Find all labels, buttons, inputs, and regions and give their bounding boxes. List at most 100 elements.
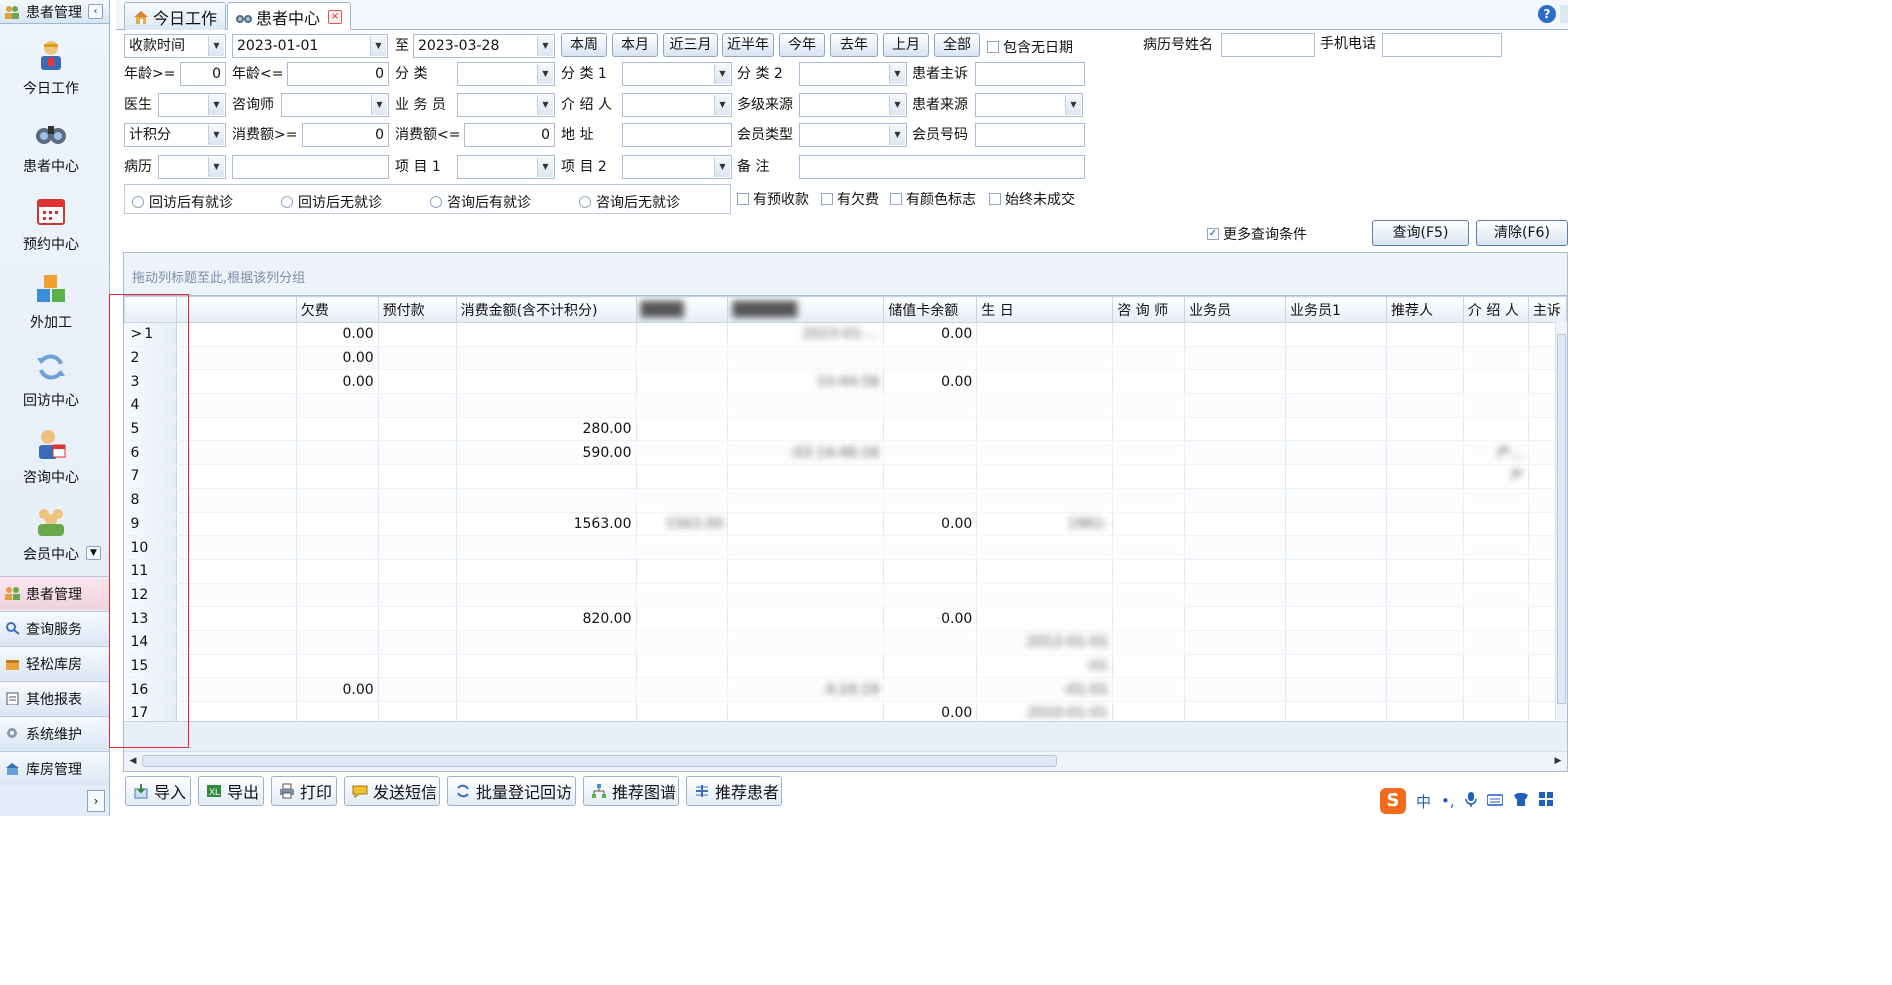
table-cell[interactable] [1184,440,1287,466]
table-cell[interactable]: 820.00 [456,606,637,631]
table-cell[interactable] [1386,583,1464,608]
table-cell[interactable] [1386,464,1464,489]
table-cell[interactable] [636,346,729,371]
table-cell[interactable] [727,654,885,679]
table-cell[interactable] [1184,417,1287,442]
table-cell[interactable] [456,488,637,513]
section-other-reports[interactable]: 其他报表 [0,681,109,715]
table-cell[interactable] [1112,559,1186,584]
sidebar-item-revisit-center[interactable]: 回访中心 [0,344,102,416]
table-row[interactable]: 8 [124,488,1567,513]
table-cell[interactable] [456,322,637,347]
table-cell[interactable] [883,488,978,513]
table-cell[interactable] [176,346,297,371]
table-cell[interactable]: 0.00 [296,346,379,371]
table-cell[interactable] [176,630,297,655]
table-cell[interactable] [296,440,379,466]
table-cell[interactable] [1285,583,1387,608]
table-cell[interactable] [378,654,457,679]
table-cell[interactable] [1386,440,1464,466]
date-from-picker[interactable]: 2023-01-01 ▼ [232,34,388,58]
table-cell[interactable] [456,559,637,584]
table-cell[interactable] [883,583,978,608]
table-cell[interactable] [1184,583,1287,608]
col-header-birthday[interactable]: 生 日 [976,296,1114,323]
table-cell[interactable] [1386,677,1464,702]
table-row[interactable]: 9 1563.00 1563.00 0.00 1961- [124,512,1567,537]
age-gte-input[interactable]: 0 [180,62,226,86]
table-cell[interactable]: 2012-01-01 [976,630,1114,655]
table-cell[interactable] [1463,393,1529,418]
tab-patient-center[interactable]: 患者中心 × [227,2,352,30]
table-cell[interactable]: -01 [976,654,1114,679]
table-cell[interactable] [176,393,297,418]
table-cell[interactable] [636,322,729,347]
table-cell[interactable] [296,417,379,442]
table-cell[interactable] [1112,488,1186,513]
flag-never-closed-checkbox[interactable]: 始终未成交 [989,189,1075,209]
col-header-complaint[interactable]: 主诉 [1527,296,1567,323]
table-cell[interactable]: 1961- [976,512,1114,537]
table-cell[interactable] [176,322,297,347]
table-cell[interactable] [1386,559,1464,584]
table-cell[interactable] [1386,630,1464,655]
sidebar-expand-button[interactable]: › [87,790,105,812]
spend-lte-input[interactable]: 0 [464,123,555,147]
table-cell[interactable] [456,654,637,679]
table-cell[interactable] [296,654,379,679]
patient-source-select[interactable]: ▼ [975,93,1083,117]
table-cell[interactable]: 1563.00 [636,512,729,537]
table-cell[interactable] [976,369,1114,395]
table-cell[interactable] [296,606,379,631]
col-header-referrer[interactable]: 介 绍 人 [1462,296,1529,323]
col-header-consultant[interactable]: 咨 询 师 [1112,296,1186,323]
table-row[interactable]: 7产 [124,464,1567,489]
col-header-prepay[interactable]: 预付款 [377,296,457,323]
table-cell[interactable] [636,440,729,466]
table-cell[interactable]: 0.00 [883,606,978,631]
microphone-icon[interactable] [1464,791,1477,811]
table-cell[interactable] [456,346,637,371]
table-row[interactable]: 11 [124,559,1567,584]
table-cell[interactable] [1285,654,1387,679]
table-cell[interactable] [1112,322,1186,347]
table-cell[interactable] [883,346,978,371]
remark-input[interactable] [799,155,1085,179]
batch-revisit-button[interactable]: 批量登记回访 [447,776,576,806]
table-cell[interactable] [296,488,379,513]
table-cell[interactable] [176,464,297,489]
section-easy-warehouse[interactable]: 轻松库房 [0,646,109,680]
table-cell[interactable] [176,559,297,584]
table-cell[interactable] [378,583,457,608]
multi-source-select[interactable]: ▼ [799,93,907,117]
table-cell[interactable] [1285,701,1387,721]
table-cell[interactable] [378,630,457,655]
table-cell[interactable] [1386,393,1464,418]
table-cell[interactable] [1463,369,1529,395]
table-cell[interactable] [1285,393,1387,418]
table-cell[interactable] [1386,488,1464,513]
table-cell[interactable] [636,630,729,655]
age-lte-input[interactable]: 0 [287,62,389,86]
more-conditions-checkbox[interactable]: ✓ 更多查询条件 [1207,224,1307,244]
col-header-recommender[interactable]: 推荐人 [1385,296,1464,323]
table-cell[interactable] [378,701,457,721]
table-cell[interactable] [378,464,457,489]
table-cell[interactable] [1463,606,1529,631]
table-cell[interactable] [727,346,885,371]
table-cell[interactable] [296,583,379,608]
table-cell[interactable] [176,535,297,560]
spend-gte-input[interactable]: 0 [302,123,389,147]
table-cell[interactable] [296,464,379,489]
flag-owing-checkbox[interactable]: 有欠费 [821,189,879,209]
table-cell[interactable] [1184,606,1287,631]
horizontal-scrollbar[interactable]: ◀ ▶ [124,751,1567,771]
table-cell[interactable] [1184,322,1287,347]
table-cell[interactable] [727,583,885,608]
table-cell[interactable] [1386,322,1464,347]
scroll-left-icon[interactable]: ◀ [126,754,140,768]
include-no-date-checkbox[interactable]: 包含无日期 [987,37,1073,57]
table-cell[interactable] [883,559,978,584]
table-cell[interactable] [1463,559,1529,584]
table-cell[interactable] [883,677,978,702]
